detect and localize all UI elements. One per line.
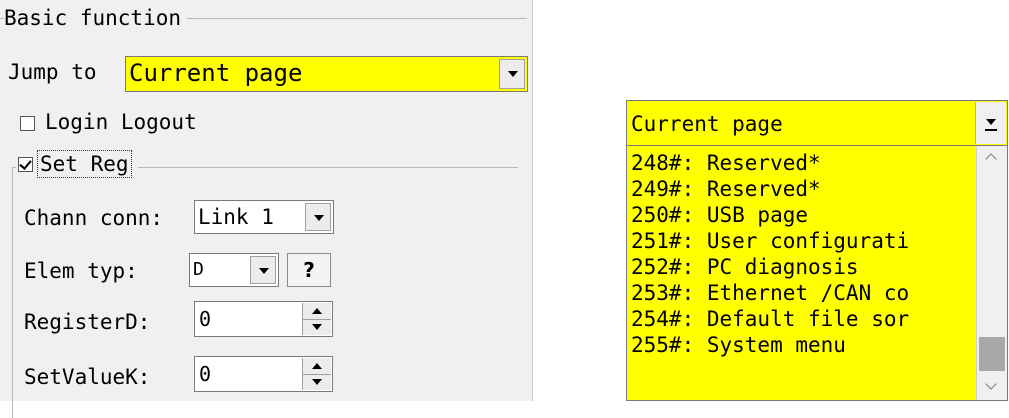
set-reg-title: Set Reg <box>16 150 138 178</box>
chevron-down-icon[interactable] <box>499 59 525 89</box>
elem-typ-select[interactable]: D <box>189 253 279 287</box>
chann-conn-value: Link 1 <box>198 205 274 229</box>
list-item[interactable]: 254#: Default file sor <box>631 306 975 332</box>
elem-typ-label: Elem typ: <box>24 259 138 283</box>
set-value-label: SetValueK: <box>24 365 151 389</box>
register-label: RegisterD: <box>24 310 151 334</box>
dropdown-selected: Current page <box>631 112 783 136</box>
spin-buttons[interactable] <box>302 303 331 335</box>
register-spin-input[interactable]: 0 <box>194 301 333 337</box>
chevron-down-icon[interactable] <box>250 256 276 284</box>
list-item[interactable]: 255#: System menu <box>631 332 975 358</box>
jump-to-select[interactable]: Current page <box>125 56 528 92</box>
list-item[interactable]: 248#: Reserved* <box>631 150 975 176</box>
group-title: Basic function <box>4 4 188 32</box>
scroll-thumb[interactable] <box>979 337 1005 371</box>
scroll-up-icon[interactable] <box>977 146 1007 170</box>
spin-up-icon[interactable] <box>303 358 331 375</box>
chann-conn-label: Chann conn: <box>24 206 164 230</box>
help-button[interactable]: ? <box>287 253 331 287</box>
spin-down-icon[interactable] <box>303 319 331 335</box>
jump-to-label: Jump to <box>8 60 97 84</box>
set-value-value: 0 <box>199 362 212 386</box>
set-value-spin-input[interactable]: 0 <box>194 356 333 392</box>
chevron-down-icon[interactable] <box>975 102 1006 144</box>
page-dropdown[interactable]: Current page 248#: Reserved* 249#: Reser… <box>626 100 1008 401</box>
list-item[interactable]: 252#: PC diagnosis <box>631 254 975 280</box>
login-logout-checkbox[interactable] <box>20 116 35 131</box>
set-reg-checkbox[interactable] <box>18 156 33 172</box>
set-reg-label[interactable]: Set Reg <box>37 150 132 178</box>
vertical-scrollbar[interactable] <box>976 146 1007 400</box>
dropdown-header[interactable]: Current page <box>626 100 1008 146</box>
elem-typ-value: D <box>193 259 204 280</box>
list-item[interactable]: 251#: User configurati <box>631 228 975 254</box>
spin-buttons[interactable] <box>302 358 331 390</box>
list-item[interactable]: 250#: USB page <box>631 202 975 228</box>
list-item[interactable]: 249#: Reserved* <box>631 176 975 202</box>
basic-function-panel: Basic function Jump to Current page Logi… <box>0 0 533 418</box>
chann-conn-select[interactable]: Link 1 <box>194 200 334 234</box>
chevron-down-icon[interactable] <box>305 203 331 231</box>
list-item[interactable]: 253#: Ethernet /CAN co <box>631 280 975 306</box>
register-value: 0 <box>199 307 212 331</box>
scroll-down-icon[interactable] <box>977 376 1007 400</box>
login-logout-label: Login Logout <box>45 110 197 134</box>
spin-up-icon[interactable] <box>303 303 331 320</box>
spin-down-icon[interactable] <box>303 374 331 390</box>
dropdown-list[interactable]: 248#: Reserved* 249#: Reserved* 250#: US… <box>626 146 1008 401</box>
jump-to-value: Current page <box>129 59 303 87</box>
